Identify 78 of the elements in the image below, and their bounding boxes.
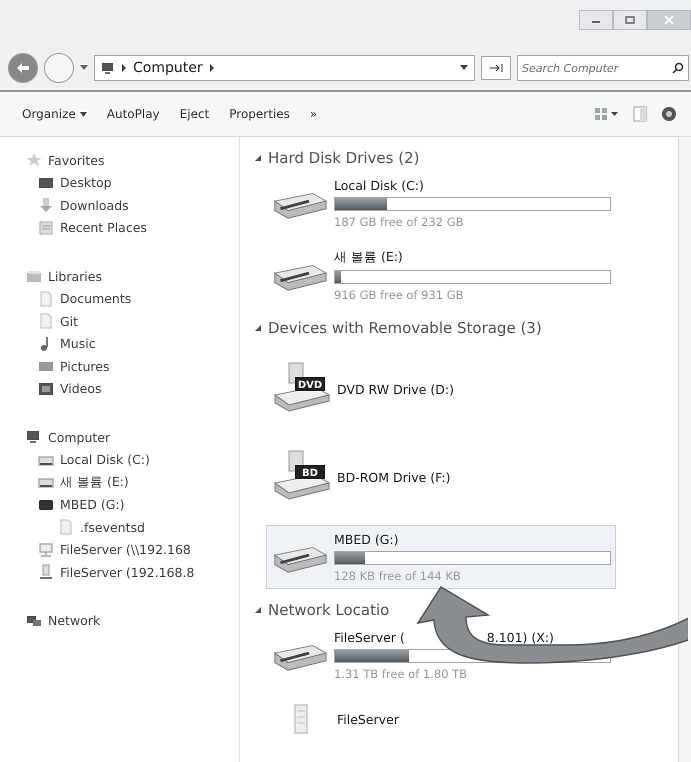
computer-icon [26, 429, 42, 446]
search-icon [672, 62, 684, 74]
drive-name: Local Disk (C:) [334, 178, 424, 192]
free-space-text: 187 GB free of 232 GB [334, 214, 465, 228]
nav-item[interactable]: Local Disk (C:) [22, 448, 239, 471]
drive-tile[interactable]: Local Disk (C:) 187 GB free of 232 GB [266, 171, 616, 235]
section-title: Network Locatio [268, 601, 390, 619]
star-icon [26, 152, 42, 168]
nav-item[interactable]: 새 볼륨 (E:) [22, 471, 239, 494]
maximize-button[interactable] [613, 10, 647, 30]
drive-tile[interactable]: FileServer [266, 695, 616, 743]
video-icon [38, 380, 54, 397]
drive-tile[interactable]: 새 볼륨 (E:) 916 GB free of 931 GB [266, 243, 616, 307]
download-icon [38, 197, 54, 214]
drive-name: 새 볼륨 (E:) [334, 248, 403, 266]
preview-pane-icon [633, 106, 647, 122]
nav-item[interactable]: .fseventsd [22, 516, 239, 538]
section-header[interactable]: Devices with Removable Storage (3) [254, 315, 542, 341]
nav-item[interactable]: FileServer (192.168.8 [22, 561, 239, 584]
refresh-icon [489, 63, 503, 73]
nav-item[interactable]: MBED (G:) [22, 494, 239, 516]
nav-group-item[interactable]: Computer [22, 426, 239, 448]
toolbar-button[interactable]: Properties [221, 103, 298, 125]
drive-name: FileServer [337, 712, 399, 726]
close-icon [664, 15, 674, 25]
section-header[interactable]: Network Locatio [254, 597, 390, 623]
free-space-text: 128 KB free of 144 KB [334, 568, 462, 582]
computer-icon [101, 62, 115, 74]
nav-group-item[interactable]: Favorites [22, 149, 239, 172]
refresh-button[interactable] [481, 56, 511, 80]
caret-icon [460, 65, 468, 71]
scrollbar[interactable] [678, 137, 691, 762]
document-icon [58, 519, 74, 536]
nav-item[interactable]: Music [22, 332, 239, 355]
maximize-icon [625, 16, 635, 24]
nav-group-item[interactable]: Libraries [22, 265, 239, 288]
drive-tile[interactable]: DVD DVD RW Drive (D:) [266, 349, 616, 429]
section-title: Hard Disk Drives (2) [268, 149, 420, 167]
caret-icon [80, 112, 87, 116]
nav-group-item[interactable]: Network [22, 610, 239, 632]
left-arrow-icon [16, 62, 30, 74]
toolbar-button[interactable]: AutoPlay [98, 103, 168, 125]
nav-item[interactable]: FileServer (\\192.168 [22, 538, 239, 561]
address-bar[interactable]: Computer [94, 55, 475, 81]
drive-tile[interactable]: BD BD-ROM Drive (F:) [266, 437, 616, 517]
free-space-text: 916 GB free of 931 GB [334, 288, 465, 302]
nav-item[interactable]: Videos [22, 378, 239, 400]
toolbar-button[interactable]: Eject [172, 103, 218, 125]
document-icon [38, 290, 54, 307]
forward-button[interactable] [44, 53, 74, 83]
minimize-button[interactable] [579, 10, 613, 30]
section-title: Devices with Removable Storage (3) [268, 319, 542, 337]
help-icon [661, 106, 677, 122]
chevron-icon [208, 64, 215, 72]
nav-item[interactable]: Documents [22, 288, 239, 310]
drive-name: BD-ROM Drive (F:) [337, 470, 450, 484]
nav-item[interactable]: Desktop [22, 172, 239, 194]
chevron-icon [121, 64, 127, 72]
breadcrumb-item[interactable]: Computer [133, 60, 203, 76]
nav-item[interactable]: Downloads [22, 194, 239, 216]
drive-tile[interactable]: MBED (G:) 128 KB free of 144 KB [266, 525, 616, 589]
toolbar-button[interactable]: » [302, 103, 326, 125]
free-space-text: 1.31 TB free of 1.80 TB [334, 666, 468, 680]
caret-icon [80, 65, 88, 71]
view-options-icon [595, 108, 619, 120]
toolbar-button[interactable]: Organize [14, 103, 95, 125]
nav-item[interactable]: Git [22, 310, 239, 332]
section-header[interactable]: Hard Disk Drives (2) [254, 145, 420, 171]
drive-name: MBED (G:) [334, 532, 399, 546]
document-icon [38, 313, 54, 330]
search-field[interactable]: Search Computer [517, 55, 689, 81]
drive-name: 8.101) (X:) [486, 630, 554, 644]
nav-item[interactable]: Recent Places [22, 216, 239, 239]
back-button[interactable] [8, 53, 38, 83]
drive-name: DVD RW Drive (D:) [337, 382, 454, 396]
recent-places-icon [38, 220, 54, 236]
nav-item[interactable]: Pictures [22, 355, 239, 378]
drive-name: FileServer ( [334, 630, 405, 644]
